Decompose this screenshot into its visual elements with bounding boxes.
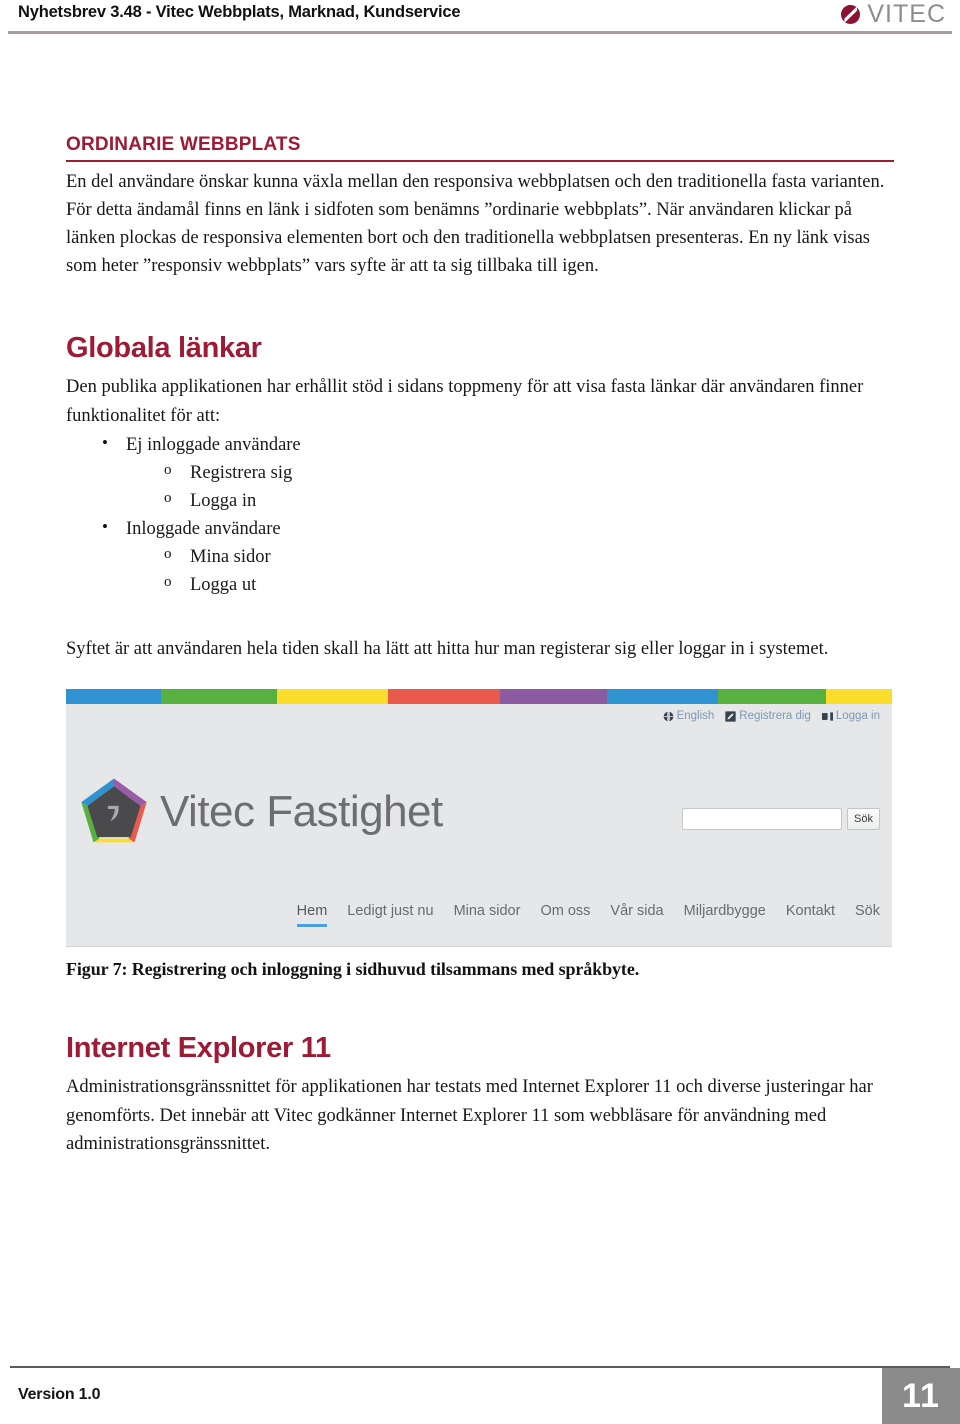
list-item-label: Inloggade användare <box>126 518 281 539</box>
search-input[interactable] <box>682 808 843 831</box>
list-item-label: Ej inloggade användare <box>126 434 301 455</box>
top-link-label: English <box>676 710 715 723</box>
figure-caption: Figur 7: Registrering och inloggning i s… <box>66 959 640 980</box>
color-stripe-0 <box>66 689 161 705</box>
list-item: Registrera sig <box>162 459 894 487</box>
sub-list: Registrera sig Logga in <box>126 459 894 515</box>
color-stripe-2 <box>276 689 389 705</box>
page-footer: Version 1.0 11 <box>0 1360 960 1424</box>
heading-ordinarie-webbplats: ORDINARIE WEBBPLATS <box>66 134 894 162</box>
color-stripe-7 <box>825 689 892 705</box>
vitec-logo-mark-icon <box>841 5 861 24</box>
paragraph-globala-lankar: Den publika applikationen har erhållit s… <box>66 377 864 426</box>
paragraph-ordinarie-webbplats: En del användare önskar kunna växla mell… <box>66 172 885 277</box>
vitec-pentagon-logo-icon <box>76 775 152 849</box>
nav-item-ledigt-just-nu[interactable]: Ledigt just nu <box>347 903 433 924</box>
paragraph-globala-lankar-closing: Syftet är att användaren hela tiden skal… <box>66 639 829 660</box>
site-nav: Hem Ledigt just nu Mina sidor Om oss Vår sid… <box>296 903 880 928</box>
header-divider <box>8 31 952 34</box>
site-name: Vitec Fastighet <box>160 787 443 837</box>
top-link-logga-in[interactable]: Logga in <box>821 710 880 723</box>
pencil-icon <box>725 711 736 722</box>
top-link-english[interactable]: English <box>663 710 715 723</box>
search-button[interactable]: Sök <box>847 808 880 831</box>
footer-version: Version 1.0 <box>18 1386 101 1403</box>
list-item: Inloggade användare Mina sidor Logga ut <box>100 514 894 599</box>
list-item: Logga ut <box>162 571 894 599</box>
vitec-logo: VITEC <box>841 2 946 27</box>
sign-in-icon <box>821 711 833 722</box>
color-stripe-4 <box>499 689 607 705</box>
color-stripe-1 <box>160 689 277 705</box>
list-item-label: Registrera sig <box>190 462 293 483</box>
globe-icon <box>663 711 674 722</box>
document-title: Nyhetsbrev 3.48 - Vitec Webbplats, Markn… <box>18 3 461 21</box>
nav-item-miljardbygge[interactable]: Miljardbygge <box>684 903 766 924</box>
site-brand[interactable]: Vitec Fastighet <box>76 775 443 849</box>
document-body: ORDINARIE WEBBPLATS En del användare öns… <box>66 134 894 1158</box>
color-stripe-6 <box>718 689 826 705</box>
list-item-label: Logga ut <box>190 575 257 596</box>
heading-globala-lankar: Globala länkar <box>66 332 262 365</box>
website-screenshot: English Registrera dig Logga in Vitec Fa… <box>66 689 892 948</box>
nav-item-vår-sida[interactable]: Vår sida <box>610 903 663 924</box>
top-link-label: Logga in <box>835 710 880 723</box>
nav-item-hem[interactable]: Hem <box>296 903 328 928</box>
nav-item-kontakt[interactable]: Kontakt <box>786 903 835 924</box>
sub-list: Mina sidor Logga ut <box>126 543 894 599</box>
list-item: Mina sidor <box>162 543 894 571</box>
paragraph-internet-explorer-11: Administrationsgränssnittet för applikat… <box>66 1077 873 1154</box>
page-header: Nyhetsbrev 3.48 - Vitec Webbplats, Markn… <box>0 0 960 34</box>
nav-item-mina-sidor[interactable]: Mina sidor <box>454 903 521 924</box>
nav-item-om-oss[interactable]: Om oss <box>540 903 590 924</box>
color-stripe-3 <box>388 689 500 705</box>
list-item: Ej inloggade användare Registrera sig Lo… <box>100 430 894 515</box>
footer-divider <box>10 1366 950 1368</box>
figure-7: English Registrera dig Logga in Vitec Fa… <box>66 689 892 980</box>
top-link-registrera-dig[interactable]: Registrera dig <box>725 710 811 722</box>
top-link-label: Registrera dig <box>739 710 811 723</box>
color-stripe-5 <box>606 689 719 705</box>
globala-lankar-list: Ej inloggade användare Registrera sig Lo… <box>66 430 894 600</box>
page-number: 11 <box>882 1368 960 1424</box>
list-item: Logga in <box>162 487 894 515</box>
heading-internet-explorer-11: Internet Explorer 11 <box>66 1032 331 1065</box>
site-search[interactable]: Sök <box>682 808 880 831</box>
vitec-logo-text: VITEC <box>867 0 946 28</box>
nav-item-sök[interactable]: Sök <box>855 903 880 924</box>
list-item-label: Logga in <box>190 490 257 511</box>
site-top-links: English Registrera dig Logga in <box>663 710 880 722</box>
color-stripe-bar <box>66 689 892 705</box>
list-item-label: Mina sidor <box>190 547 271 568</box>
